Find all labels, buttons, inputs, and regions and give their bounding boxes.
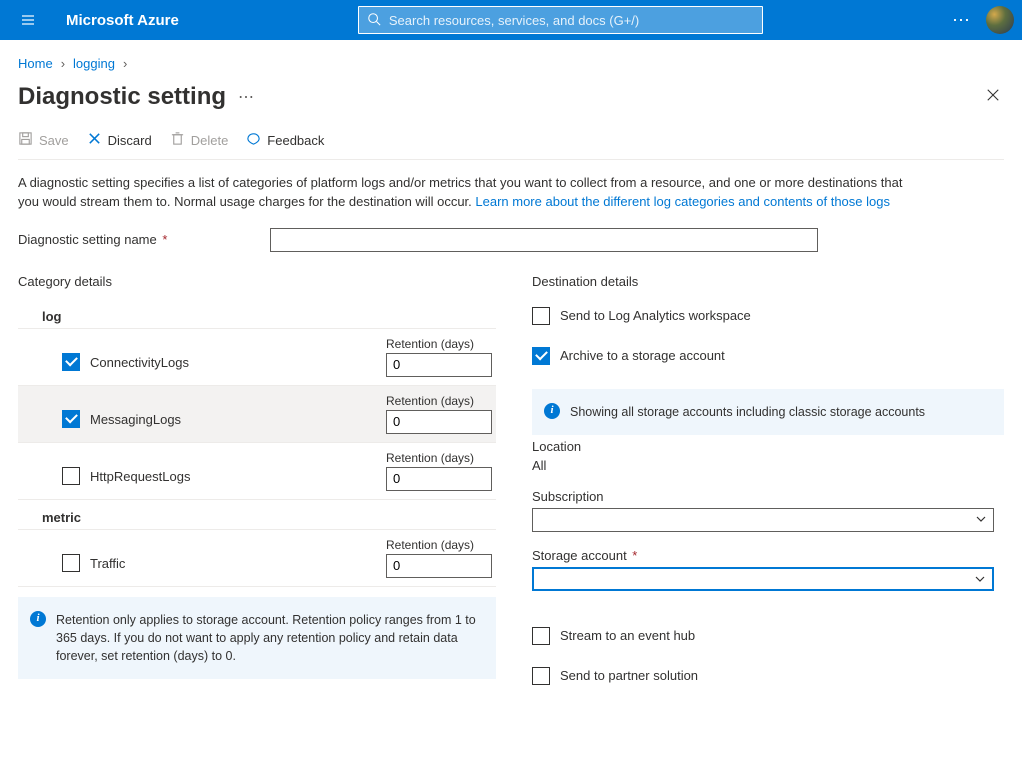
log-category-row: MessagingLogsRetention (days)	[18, 386, 496, 443]
log-category-label: MessagingLogs	[90, 394, 386, 427]
close-icon[interactable]	[982, 84, 1004, 111]
retention-info: i Retention only applies to storage acco…	[18, 597, 496, 679]
send-log-analytics-checkbox[interactable]	[532, 307, 550, 325]
subscription-select[interactable]	[532, 508, 994, 532]
log-category-label: ConnectivityLogs	[90, 337, 386, 370]
send-partner-label: Send to partner solution	[560, 668, 698, 683]
send-partner-checkbox[interactable]	[532, 667, 550, 685]
chevron-down-icon	[975, 513, 987, 528]
send-log-analytics-label: Send to Log Analytics workspace	[560, 308, 751, 323]
chevron-down-icon	[974, 573, 986, 588]
metric-checkbox[interactable]	[62, 554, 80, 572]
log-category-label: HttpRequestLogs	[90, 451, 386, 484]
retention-input[interactable]	[386, 353, 492, 377]
breadcrumb-parent[interactable]: logging	[73, 56, 115, 71]
log-checkbox[interactable]	[62, 353, 80, 371]
info-icon: i	[30, 611, 46, 627]
search-input[interactable]	[387, 12, 754, 29]
storage-account-label: Storage account *	[532, 548, 1004, 563]
retention-label: Retention (days)	[386, 394, 474, 408]
retention-label: Retention (days)	[386, 538, 474, 552]
feedback-label: Feedback	[267, 133, 324, 148]
brand-label[interactable]: Microsoft Azure	[66, 12, 179, 29]
retention-label: Retention (days)	[386, 451, 474, 465]
chevron-right-icon: ›	[123, 56, 127, 71]
metric-subheader: metric	[18, 500, 496, 530]
log-category-row: ConnectivityLogsRetention (days)	[18, 329, 496, 386]
description-text: A diagnostic setting specifies a list of…	[18, 160, 918, 228]
diagnostic-name-input[interactable]	[270, 228, 818, 252]
delete-button[interactable]: Delete	[170, 131, 229, 149]
learn-more-link[interactable]: Learn more about the different log categ…	[475, 194, 890, 209]
breadcrumb-home[interactable]: Home	[18, 56, 53, 71]
discard-icon	[87, 131, 102, 149]
retention-input[interactable]	[386, 467, 492, 491]
location-value: All	[532, 458, 1004, 473]
save-icon	[18, 131, 33, 149]
metric-category-row: TrafficRetention (days)	[18, 530, 496, 587]
global-search[interactable]	[358, 6, 763, 34]
hamburger-menu[interactable]	[8, 0, 48, 40]
log-subheader: log	[18, 299, 496, 329]
log-category-row: HttpRequestLogsRetention (days)	[18, 443, 496, 500]
command-bar: Save Discard Delete Feedback	[18, 119, 1004, 160]
archive-storage-label: Archive to a storage account	[560, 348, 725, 363]
page-title: Diagnostic setting	[18, 83, 226, 111]
retention-label: Retention (days)	[386, 337, 474, 351]
info-icon: i	[544, 403, 560, 419]
breadcrumb: Home › logging ›	[18, 52, 1004, 79]
user-avatar[interactable]	[986, 6, 1014, 34]
search-icon	[367, 12, 381, 29]
log-checkbox[interactable]	[62, 467, 80, 485]
stream-eventhub-label: Stream to an event hub	[560, 628, 695, 643]
archive-storage-checkbox[interactable]	[532, 347, 550, 365]
stream-eventhub-checkbox[interactable]	[532, 627, 550, 645]
log-checkbox[interactable]	[62, 410, 80, 428]
category-details-title: Category details	[18, 274, 496, 289]
save-button[interactable]: Save	[18, 131, 69, 149]
feedback-button[interactable]: Feedback	[246, 131, 324, 149]
top-navbar: Microsoft Azure ⋯	[0, 0, 1022, 40]
retention-input[interactable]	[386, 410, 492, 434]
save-label: Save	[39, 133, 69, 148]
location-label: Location	[532, 439, 1004, 454]
title-more-actions[interactable]: ⋯	[238, 87, 254, 107]
destination-details-title: Destination details	[532, 274, 1004, 289]
more-actions[interactable]: ⋯	[942, 0, 982, 40]
discard-button[interactable]: Discard	[87, 131, 152, 149]
delete-label: Delete	[191, 133, 229, 148]
storage-info: i Showing all storage accounts including…	[532, 389, 1004, 435]
discard-label: Discard	[108, 133, 152, 148]
delete-icon	[170, 131, 185, 149]
retention-input[interactable]	[386, 554, 492, 578]
metric-category-label: Traffic	[90, 538, 386, 571]
name-label: Diagnostic setting name *	[18, 232, 270, 247]
storage-account-select[interactable]	[532, 567, 994, 591]
feedback-icon	[246, 131, 261, 149]
subscription-label: Subscription	[532, 489, 1004, 504]
chevron-right-icon: ›	[61, 56, 65, 71]
